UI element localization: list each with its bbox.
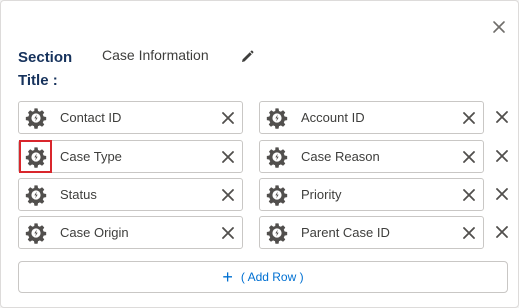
section-title-label: Section Title :	[18, 49, 73, 89]
close-icon[interactable]	[492, 20, 506, 34]
add-row-label: ( Add Row )	[240, 270, 304, 284]
field-label: Case Reason	[301, 149, 380, 164]
field-label: Case Origin	[60, 225, 129, 240]
plus-icon: +	[222, 267, 233, 287]
remove-field-icon[interactable]	[463, 189, 475, 201]
gear-icon	[25, 222, 47, 244]
gear-icon[interactable]	[19, 140, 52, 173]
remove-row-icon[interactable]	[496, 226, 508, 238]
section-editor-panel: Section Title : Case Information Contact…	[0, 0, 519, 308]
remove-field-icon[interactable]	[222, 112, 234, 124]
field-priority[interactable]: Priority	[259, 178, 484, 211]
field-label: Contact ID	[60, 110, 122, 125]
pencil-icon[interactable]	[239, 49, 255, 65]
field-case-type[interactable]: Case Type	[18, 140, 243, 173]
remove-field-icon[interactable]	[463, 112, 475, 124]
gear-icon	[266, 146, 288, 168]
remove-field-icon[interactable]	[463, 151, 475, 163]
field-status[interactable]: Status	[18, 178, 243, 211]
section-title-value: Case Information	[102, 47, 209, 63]
gear-icon	[266, 107, 288, 129]
field-label: Priority	[301, 187, 342, 202]
remove-field-icon[interactable]	[222, 151, 234, 163]
gear-icon	[25, 184, 47, 206]
add-row-button[interactable]: + ( Add Row )	[18, 261, 508, 293]
field-case-origin[interactable]: Case Origin	[18, 216, 243, 249]
field-case-reason[interactable]: Case Reason	[259, 140, 484, 173]
gear-icon	[25, 107, 47, 129]
remove-field-icon[interactable]	[222, 189, 234, 201]
field-account-id[interactable]: Account ID	[259, 101, 484, 134]
gear-icon	[266, 222, 288, 244]
field-label: Case Type	[60, 149, 122, 164]
remove-row-icon[interactable]	[496, 188, 508, 200]
field-label: Account ID	[301, 110, 365, 125]
remove-field-icon[interactable]	[222, 227, 234, 239]
field-parent-case-id[interactable]: Parent Case ID	[259, 216, 484, 249]
gear-icon	[266, 184, 288, 206]
remove-row-icon[interactable]	[496, 111, 508, 123]
field-label: Status	[60, 187, 97, 202]
remove-row-icon[interactable]	[496, 150, 508, 162]
field-label: Parent Case ID	[301, 225, 390, 240]
field-contact-id[interactable]: Contact ID	[18, 101, 243, 134]
remove-field-icon[interactable]	[463, 227, 475, 239]
